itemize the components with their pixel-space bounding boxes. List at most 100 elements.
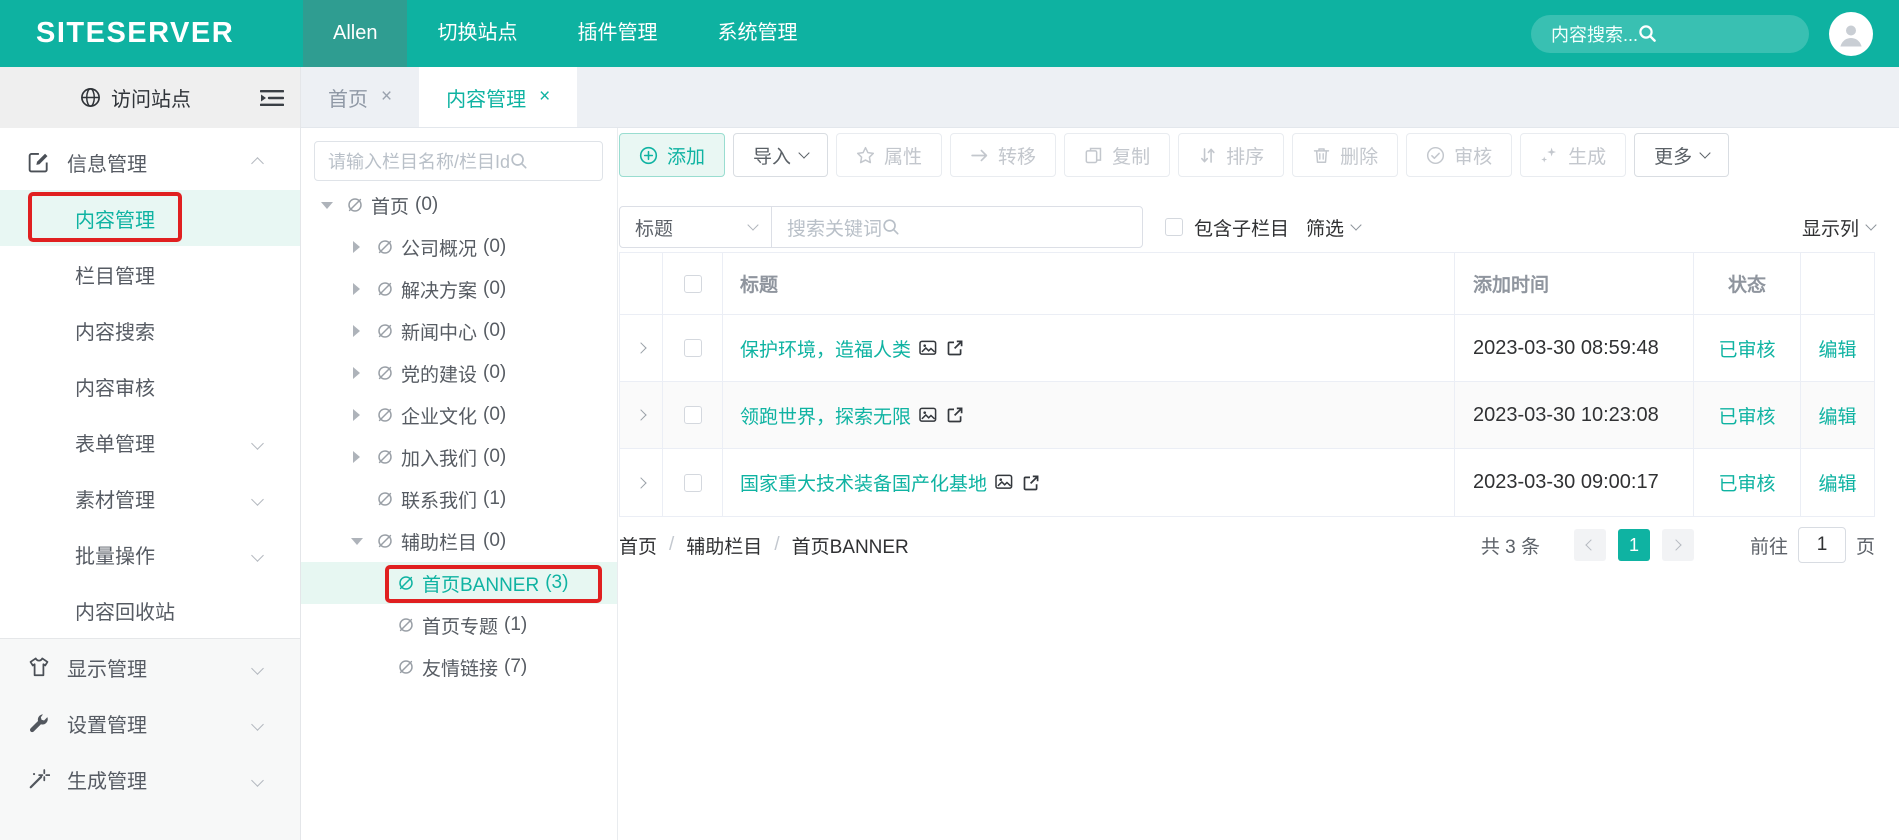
visit-site-button[interactable]: 访问站点 xyxy=(0,67,300,128)
star-icon xyxy=(856,146,875,165)
tree-item-company-profile[interactable]: 公司概况 (0) xyxy=(301,226,617,268)
caret-right-icon[interactable] xyxy=(349,283,364,295)
filter-dropdown[interactable]: 筛选 xyxy=(1306,214,1362,241)
caret-right-icon[interactable] xyxy=(349,367,364,379)
next-page-button[interactable] xyxy=(1661,529,1694,561)
external-link-icon[interactable] xyxy=(946,406,964,424)
main-area: 请输入栏目名称/栏目Id 首页 (0) 公司概况 (0) 解决方案 (0) 新闻… xyxy=(301,128,1899,840)
more-button[interactable]: 更多 xyxy=(1634,133,1730,177)
content-title-link[interactable]: 保护环境，造福人类 xyxy=(740,335,911,362)
tree-item-contact-us[interactable]: 联系我们 (1) xyxy=(301,478,617,520)
close-icon[interactable]: × xyxy=(381,86,392,108)
sidebar-item-material-management[interactable]: 素材管理 xyxy=(0,470,300,526)
select-all-checkbox[interactable] xyxy=(683,274,702,293)
external-link-icon[interactable] xyxy=(1022,474,1040,492)
expand-row-icon[interactable] xyxy=(635,409,647,421)
row-checkbox[interactable] xyxy=(683,406,702,424)
breadcrumb-home[interactable]: 首页 xyxy=(619,532,657,559)
nav-item-plugins[interactable]: 插件管理 xyxy=(547,0,687,67)
sidebar-item-generate-management[interactable]: 生成管理 xyxy=(0,751,300,807)
add-button[interactable]: 添加 xyxy=(619,133,726,177)
edit-link[interactable]: 编辑 xyxy=(1818,469,1856,496)
sidebar-item-channel-management[interactable]: 栏目管理 xyxy=(0,246,300,302)
tree-item-auxiliary-channels[interactable]: 辅助栏目 (0) xyxy=(301,520,617,562)
columns-dropdown[interactable]: 显示列 xyxy=(1802,214,1877,241)
search-field-select[interactable]: 标题 xyxy=(620,207,772,247)
search-icon[interactable] xyxy=(1638,24,1657,43)
tree-item-solutions[interactable]: 解决方案 (0) xyxy=(301,268,617,310)
external-link-icon[interactable] xyxy=(946,339,964,357)
sidebar-item-info-management[interactable]: 信息管理 xyxy=(0,134,300,190)
tree-item-home-topics[interactable]: 首页专题 (1) xyxy=(301,604,617,646)
sidebar-item-label: 内容回收站 xyxy=(75,601,175,624)
expand-row-icon[interactable] xyxy=(635,476,647,489)
nav-item-system[interactable]: 系统管理 xyxy=(687,0,827,67)
tree-item-corporate-culture[interactable]: 企业文化 (0) xyxy=(301,394,617,436)
search-icon[interactable] xyxy=(882,218,900,236)
caret-right-icon[interactable] xyxy=(349,325,364,337)
tab-bar: 首页 × 内容管理 × xyxy=(301,67,1899,128)
edit-link[interactable]: 编辑 xyxy=(1818,335,1856,362)
chevron-down-icon xyxy=(747,219,759,231)
tree-item-party-building[interactable]: 党的建设 (0) xyxy=(301,352,617,394)
edit-link[interactable]: 编辑 xyxy=(1818,402,1856,429)
expand-row-icon[interactable] xyxy=(635,342,647,354)
breadcrumb-auxiliary[interactable]: 辅助栏目 xyxy=(686,532,762,559)
sidebar-item-content-search[interactable]: 内容搜索 xyxy=(0,302,300,358)
sidebar-item-settings-management[interactable]: 设置管理 xyxy=(0,695,300,751)
search-field-value: 标题 xyxy=(635,218,674,240)
sidebar-item-content-review[interactable]: 内容审核 xyxy=(0,358,300,414)
sidebar-item-display-management[interactable]: 显示管理 xyxy=(0,639,300,695)
caret-right-icon[interactable] xyxy=(349,409,364,421)
import-button-label: 导入 xyxy=(753,146,792,168)
caret-down-icon[interactable] xyxy=(319,201,334,209)
include-children-checkbox[interactable] xyxy=(1165,218,1183,236)
image-icon xyxy=(995,474,1014,491)
current-page-button[interactable]: 1 xyxy=(1617,529,1650,561)
sidebar-item-recycle-bin[interactable]: 内容回收站 xyxy=(0,582,300,638)
tree-item-news-center[interactable]: 新闻中心 (0) xyxy=(301,310,617,352)
nav-item-switch-site[interactable]: 切换站点 xyxy=(407,0,547,67)
link-icon xyxy=(376,322,394,340)
row-edit-cell: 编辑 xyxy=(1800,315,1874,381)
tree-item-friend-links[interactable]: 友情链接 (7) xyxy=(301,646,617,688)
sidebar-item-label: 栏目管理 xyxy=(75,265,155,288)
tree-item-join-us[interactable]: 加入我们 (0) xyxy=(301,436,617,478)
search-icon[interactable] xyxy=(510,152,528,170)
avatar[interactable] xyxy=(1829,11,1873,56)
tree-item-count: (1) xyxy=(504,614,528,635)
import-button[interactable]: 导入 xyxy=(733,133,829,177)
caret-right-icon[interactable] xyxy=(349,241,364,253)
nav-item-user[interactable]: Allen xyxy=(303,0,408,67)
goto-page-input[interactable] xyxy=(1797,527,1846,563)
caret-right-icon[interactable] xyxy=(349,451,364,463)
sidebar-item-label: 批量操作 xyxy=(75,545,155,568)
content-title-link[interactable]: 领跑世界，探索无限 xyxy=(740,402,911,429)
sidebar-item-batch-operations[interactable]: 批量操作 xyxy=(0,526,300,582)
content-title-link[interactable]: 国家重大技术装备国产化基地 xyxy=(740,469,987,496)
chevron-down-icon xyxy=(1699,147,1711,159)
tab-home[interactable]: 首页 × xyxy=(301,67,419,127)
close-icon[interactable]: × xyxy=(539,86,550,108)
tree-item-home[interactable]: 首页 (0) xyxy=(301,184,617,226)
link-icon xyxy=(376,448,394,466)
tree-item-home-banner[interactable]: 首页BANNER (3) xyxy=(301,562,617,604)
keyword-input[interactable]: 搜索关键词 xyxy=(772,207,1142,247)
include-children-label: 包含子栏目 xyxy=(1194,218,1290,240)
channel-search-input[interactable]: 请输入栏目名称/栏目Id xyxy=(314,141,603,181)
prev-page-button[interactable] xyxy=(1573,529,1606,561)
row-checkbox[interactable] xyxy=(683,473,702,492)
chevron-down-icon xyxy=(251,487,264,510)
sidebar-item-content-management[interactable]: 内容管理 xyxy=(0,190,300,246)
caret-down-icon[interactable] xyxy=(349,537,364,545)
content-search-input[interactable]: 内容搜索... xyxy=(1531,14,1809,53)
sidebar-item-form-management[interactable]: 表单管理 xyxy=(0,414,300,470)
copy-button: 复制 xyxy=(1064,133,1171,177)
table-row: 国家重大技术装备国产化基地 2023-03-30 09:00:17 已审核 编辑 xyxy=(620,449,1874,516)
collapse-menu-icon[interactable] xyxy=(260,89,284,107)
tab-content-management[interactable]: 内容管理 × xyxy=(419,67,578,127)
row-checkbox[interactable] xyxy=(683,339,702,357)
tree-item-label: 首页专题 xyxy=(422,616,499,638)
logo[interactable]: SITESERVER xyxy=(0,17,303,50)
tree-item-count: (0) xyxy=(483,362,507,383)
